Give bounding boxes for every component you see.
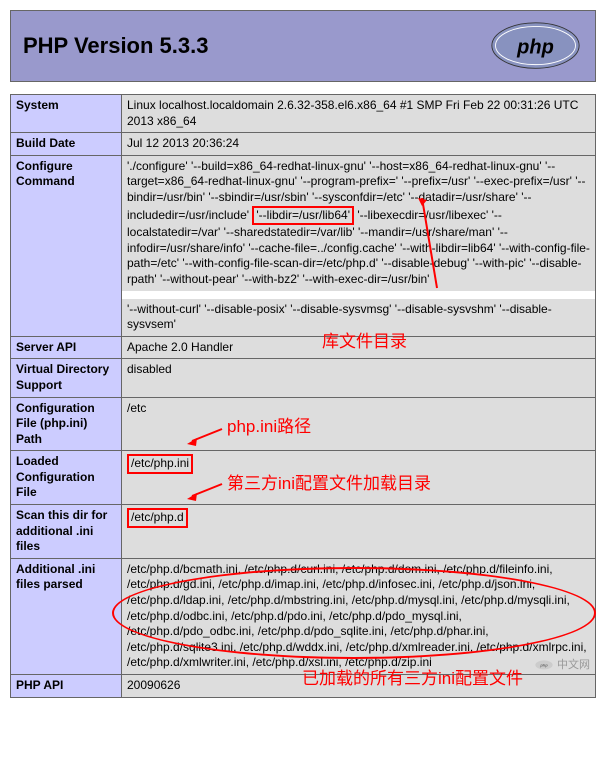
arrow-phpini xyxy=(187,426,227,446)
label-configure: Configure Command xyxy=(11,155,122,336)
arrow-third-party xyxy=(187,481,227,501)
row-system: System Linux localhost.localdomain 2.6.3… xyxy=(11,95,596,133)
config-path-text: /etc xyxy=(127,401,146,415)
phpinfo-header: PHP Version 5.3.3 php xyxy=(10,10,596,82)
row-php-api: PHP API 20090626 已加载的所有三方ini配置文件 xyxy=(11,675,596,698)
page-title: PHP Version 5.3.3 xyxy=(23,33,208,59)
annotation-third-party: 第三方ini配置文件加载目录 xyxy=(227,473,431,495)
libdir-highlight: '--libdir=/usr/lib64' xyxy=(252,206,354,226)
watermark-text: 中文网 xyxy=(557,658,590,672)
additional-ini-text: /etc/php.d/bcmath.ini, /etc/php.d/curl.i… xyxy=(127,562,587,670)
label-vds: Virtual Directory Support xyxy=(11,359,122,397)
value-php-api: 20090626 已加载的所有三方ini配置文件 xyxy=(122,675,596,698)
label-loaded-config: Loaded Configuration File xyxy=(11,451,122,505)
value-system: Linux localhost.localdomain 2.6.32-358.e… xyxy=(122,95,596,133)
svg-text:php: php xyxy=(539,662,548,667)
phpinfo-table: System Linux localhost.localdomain 2.6.3… xyxy=(10,94,596,698)
row-configure: Configure Command './configure' '--build… xyxy=(11,155,596,290)
php-logo: php xyxy=(488,21,583,71)
server-api-text: Apache 2.0 Handler xyxy=(127,340,233,354)
loaded-config-highlight: /etc/php.ini xyxy=(127,454,193,474)
value-configure-post: '--without-curl' '--disable-posix' '--di… xyxy=(122,299,596,337)
label-build-date: Build Date xyxy=(11,133,122,156)
value-config-path: /etc php.ini路径 xyxy=(122,397,596,451)
svg-text:php: php xyxy=(516,37,554,59)
value-vds: disabled xyxy=(122,359,596,397)
row-build-date: Build Date Jul 12 2013 20:36:24 xyxy=(11,133,596,156)
value-additional-ini: /etc/php.d/bcmath.ini, /etc/php.d/curl.i… xyxy=(122,558,596,674)
value-scan-dir: /etc/php.d xyxy=(122,505,596,559)
annotation-phpini: php.ini路径 xyxy=(227,416,311,438)
row-additional-ini: Additional .ini files parsed /etc/php.d/… xyxy=(11,558,596,674)
label-additional-ini: Additional .ini files parsed xyxy=(11,558,122,674)
row-scan-dir: Scan this dir for additional .ini files … xyxy=(11,505,596,559)
value-loaded-config: /etc/php.ini 第三方ini配置文件加载目录 xyxy=(122,451,596,505)
label-config-path: Configuration File (php.ini) Path xyxy=(11,397,122,451)
value-build-date: Jul 12 2013 20:36:24 xyxy=(122,133,596,156)
value-configure-pre: './configure' '--build=x86_64-redhat-lin… xyxy=(122,155,596,290)
value-server-api: Apache 2.0 Handler 库文件目录 xyxy=(122,336,596,359)
row-config-path: Configuration File (php.ini) Path /etc p… xyxy=(11,397,596,451)
scan-dir-highlight: /etc/php.d xyxy=(127,508,188,528)
label-server-api: Server API xyxy=(11,336,122,359)
row-server-api: Server API Apache 2.0 Handler 库文件目录 xyxy=(11,336,596,359)
watermark: php 中文网 xyxy=(535,658,590,672)
php-api-text: 20090626 xyxy=(127,678,180,692)
row-vds: Virtual Directory Support disabled xyxy=(11,359,596,397)
label-system: System xyxy=(11,95,122,133)
label-scan-dir: Scan this dir for additional .ini files xyxy=(11,505,122,559)
label-php-api: PHP API xyxy=(11,675,122,698)
row-loaded-config: Loaded Configuration File /etc/php.ini 第… xyxy=(11,451,596,505)
watermark-logo-icon: php xyxy=(535,660,553,670)
